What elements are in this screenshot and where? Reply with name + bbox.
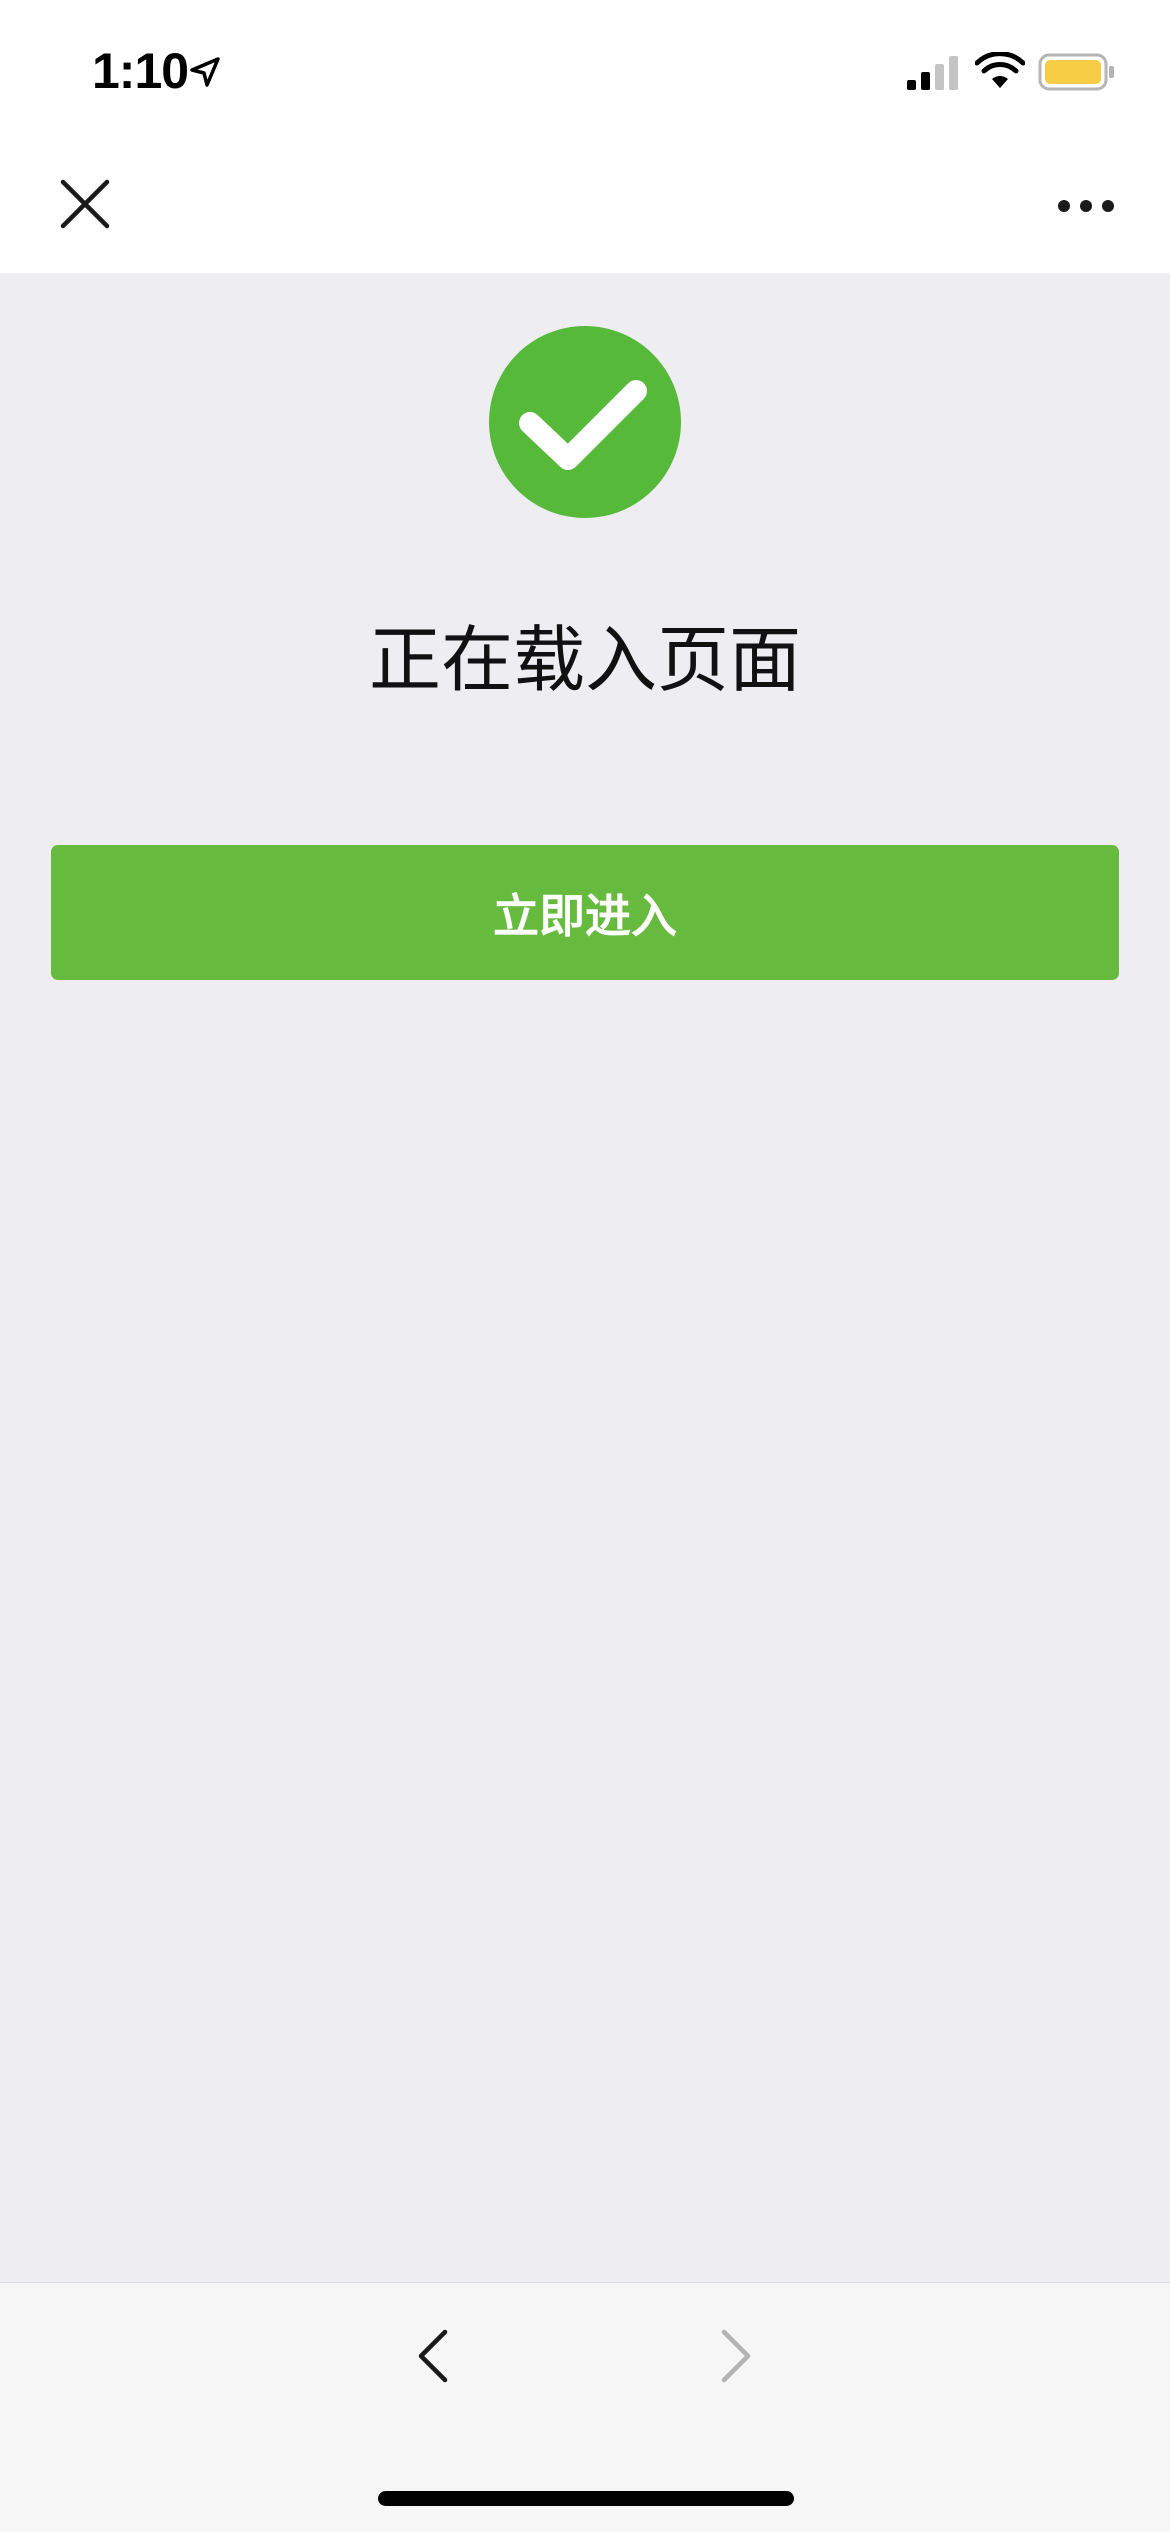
page-title: 正在载入页面	[368, 618, 801, 702]
wifi-icon	[975, 52, 1025, 88]
battery-icon	[1038, 53, 1114, 91]
home-indicator	[378, 2491, 794, 2506]
close-icon[interactable]	[58, 177, 112, 231]
check-circle-icon	[489, 326, 681, 518]
cellular-signal-icon	[907, 56, 958, 90]
webview-screen: 1:10 正在载入页面 立即进入	[0, 0, 1170, 2532]
location-arrow-icon	[190, 57, 220, 87]
chevron-right-icon	[721, 2329, 751, 2383]
chevron-left-icon[interactable]	[413, 2326, 453, 2386]
nav-bar	[0, 145, 1170, 273]
status-time: 1:10	[92, 43, 189, 99]
more-icon[interactable]	[1056, 195, 1116, 217]
enter-now-button[interactable]: 立即进入	[51, 845, 1119, 980]
